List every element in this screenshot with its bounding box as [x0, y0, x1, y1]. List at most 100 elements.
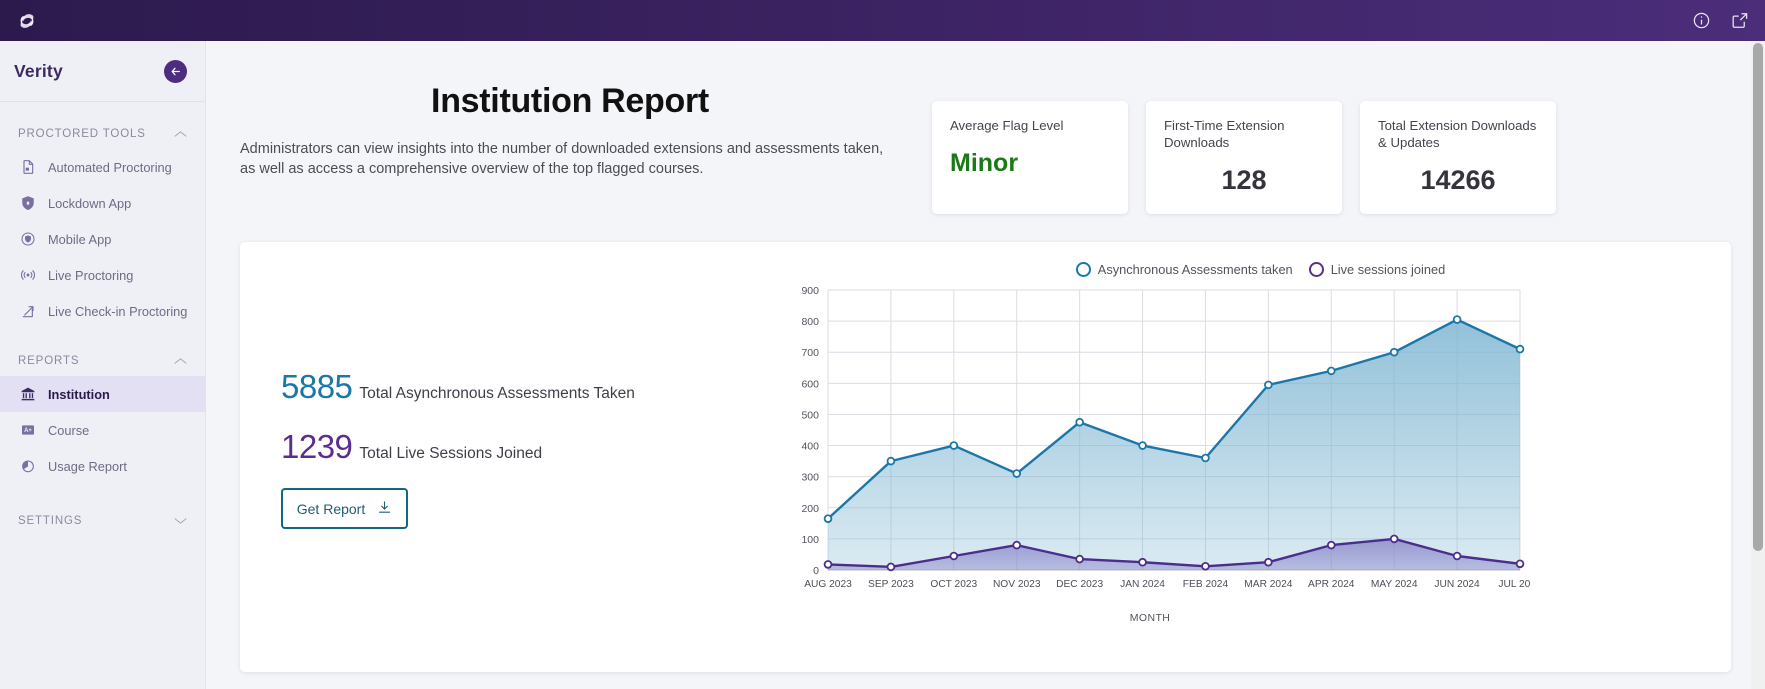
x-axis-tick: MAR 2024 — [1244, 579, 1292, 590]
chart-point[interactable] — [1013, 542, 1020, 549]
sidebar-item-label: Mobile App — [48, 232, 111, 247]
sidebar-group-settings[interactable]: SETTINGS — [0, 506, 205, 536]
chevron-down-icon[interactable] — [174, 512, 187, 530]
chart-point[interactable] — [1391, 349, 1398, 356]
topbar-icon-group — [1692, 11, 1749, 30]
sidebar-item-mobile-app[interactable]: Mobile App — [0, 221, 205, 257]
chevron-up-icon[interactable] — [174, 125, 187, 143]
x-axis-title: MONTH — [770, 612, 1530, 624]
scrollbar-thumb[interactable] — [1753, 43, 1763, 551]
stat-number: 1239 — [281, 428, 352, 466]
chart-point[interactable] — [1202, 455, 1209, 462]
sidebar-item-label: Automated Proctoring — [48, 160, 172, 175]
main-content: Institution Report Administrators can vi… — [206, 41, 1765, 689]
chart-point[interactable] — [1454, 316, 1461, 323]
sidebar-item-live-proctoring[interactable]: Live Proctoring — [0, 257, 205, 293]
summary-cards: Average Flag Level Minor First-Time Exte… — [932, 71, 1556, 214]
average-flag-level-card: Average Flag Level Minor — [932, 101, 1128, 214]
legend-item-live-sessions[interactable]: Live sessions joined — [1309, 262, 1446, 277]
total-live-sessions: 1239 Total Live Sessions Joined — [281, 428, 760, 466]
y-axis-tick: 900 — [801, 285, 819, 297]
chart-point[interactable] — [1265, 381, 1272, 388]
y-axis-tick: 600 — [801, 378, 819, 390]
vertical-scrollbar[interactable] — [1751, 41, 1765, 689]
chart-point[interactable] — [1454, 553, 1461, 560]
sidebar: Verity PROCTORED TOOLS Automated Proctor… — [0, 41, 206, 689]
sidebar-group-label: SETTINGS — [18, 515, 82, 527]
panel-stats: 5885 Total Asynchronous Assessments Take… — [240, 242, 760, 672]
document-play-icon — [20, 159, 36, 175]
bank-icon — [20, 386, 36, 402]
sidebar-group-proctored-tools[interactable]: PROCTORED TOOLS — [0, 119, 205, 149]
x-axis-tick: FEB 2024 — [1183, 579, 1229, 590]
sidebar-item-lockdown-app[interactable]: Lockdown App — [0, 185, 205, 221]
chart-point[interactable] — [1328, 542, 1335, 549]
chart-point[interactable] — [1076, 556, 1083, 563]
sidebar-group-reports[interactable]: REPORTS — [0, 346, 205, 376]
card-label: Average Flag Level — [950, 118, 1110, 135]
sidebar-item-live-check-in-proctoring[interactable]: Live Check-in Proctoring — [0, 293, 205, 329]
info-icon[interactable] — [1692, 11, 1711, 30]
circle-shield-icon — [20, 231, 36, 247]
x-axis-tick: NOV 2023 — [993, 579, 1041, 590]
chart-point[interactable] — [1265, 559, 1272, 566]
sidebar-item-label: Lockdown App — [48, 196, 131, 211]
sidebar-item-course[interactable]: A+ Course — [0, 412, 205, 448]
sidebar-item-label: Live Check-in Proctoring — [48, 304, 187, 319]
grade-a-plus-icon: A+ — [20, 422, 36, 438]
chart-point[interactable] — [1076, 419, 1083, 426]
stat-number: 5885 — [281, 368, 352, 406]
chart-container: Asynchronous Assessments taken Live sess… — [760, 242, 1731, 672]
sidebar-group-label: PROCTORED TOOLS — [18, 128, 146, 140]
spiral-logo[interactable] — [12, 6, 42, 36]
y-axis-tick: 400 — [801, 441, 819, 453]
y-axis-tick: 200 — [801, 503, 819, 515]
chart-point[interactable] — [950, 553, 957, 560]
x-axis-tick: OCT 2023 — [930, 579, 977, 590]
first-time-extension-downloads-card: First-Time Extension Downloads 128 — [1146, 101, 1342, 214]
x-axis-tick: AUG 2023 — [804, 579, 852, 590]
broadcast-icon — [20, 267, 36, 283]
chart-point[interactable] — [1328, 367, 1335, 374]
chevron-up-icon[interactable] — [174, 352, 187, 370]
legend-item-async-assessments[interactable]: Asynchronous Assessments taken — [1076, 262, 1293, 277]
y-axis-tick: 700 — [801, 347, 819, 359]
sidebar-item-label: Course — [48, 423, 89, 438]
get-report-button[interactable]: Get Report — [281, 488, 408, 529]
sidebar-group-label: REPORTS — [18, 355, 79, 367]
stat-label: Total Asynchronous Assessments Taken — [359, 385, 634, 403]
card-label: Total Extension Downloads & Updates — [1378, 118, 1538, 151]
chart-point[interactable] — [888, 563, 895, 570]
card-value: 14266 — [1378, 165, 1538, 196]
x-axis-tick: APR 2024 — [1308, 579, 1355, 590]
chart-area-0 — [828, 320, 1520, 570]
external-link-icon[interactable] — [1730, 11, 1749, 30]
chart-point[interactable] — [1517, 346, 1524, 353]
chart-point[interactable] — [825, 515, 832, 522]
chart-point[interactable] — [950, 442, 957, 449]
chart-point[interactable] — [1013, 470, 1020, 477]
chart-point[interactable] — [1517, 560, 1524, 567]
chart-point[interactable] — [825, 561, 832, 568]
x-axis-tick: SEP 2023 — [868, 579, 914, 590]
chart-point[interactable] — [1139, 559, 1146, 566]
sidebar-title: Verity — [14, 61, 63, 82]
y-axis-tick: 100 — [801, 534, 819, 546]
shield-lock-icon — [20, 195, 36, 211]
y-axis-tick: 500 — [801, 409, 819, 421]
legend-marker-icon — [1076, 262, 1091, 277]
chart-point[interactable] — [1139, 442, 1146, 449]
sidebar-item-usage-report[interactable]: Usage Report — [0, 448, 205, 484]
sidebar-item-institution[interactable]: Institution — [0, 376, 205, 412]
total-async-assessments: 5885 Total Asynchronous Assessments Take… — [281, 368, 760, 406]
chart-point[interactable] — [1202, 563, 1209, 570]
x-axis-tick: MAY 2024 — [1371, 579, 1418, 590]
chart-point[interactable] — [1391, 535, 1398, 542]
get-report-label: Get Report — [297, 501, 365, 517]
card-label: First-Time Extension Downloads — [1164, 118, 1324, 151]
svg-text:A+: A+ — [24, 428, 32, 434]
sidebar-item-automated-proctoring[interactable]: Automated Proctoring — [0, 149, 205, 185]
sidebar-collapse-button[interactable] — [164, 60, 187, 83]
hero-section: Institution Report Administrators can vi… — [206, 41, 1765, 214]
chart-point[interactable] — [888, 458, 895, 465]
